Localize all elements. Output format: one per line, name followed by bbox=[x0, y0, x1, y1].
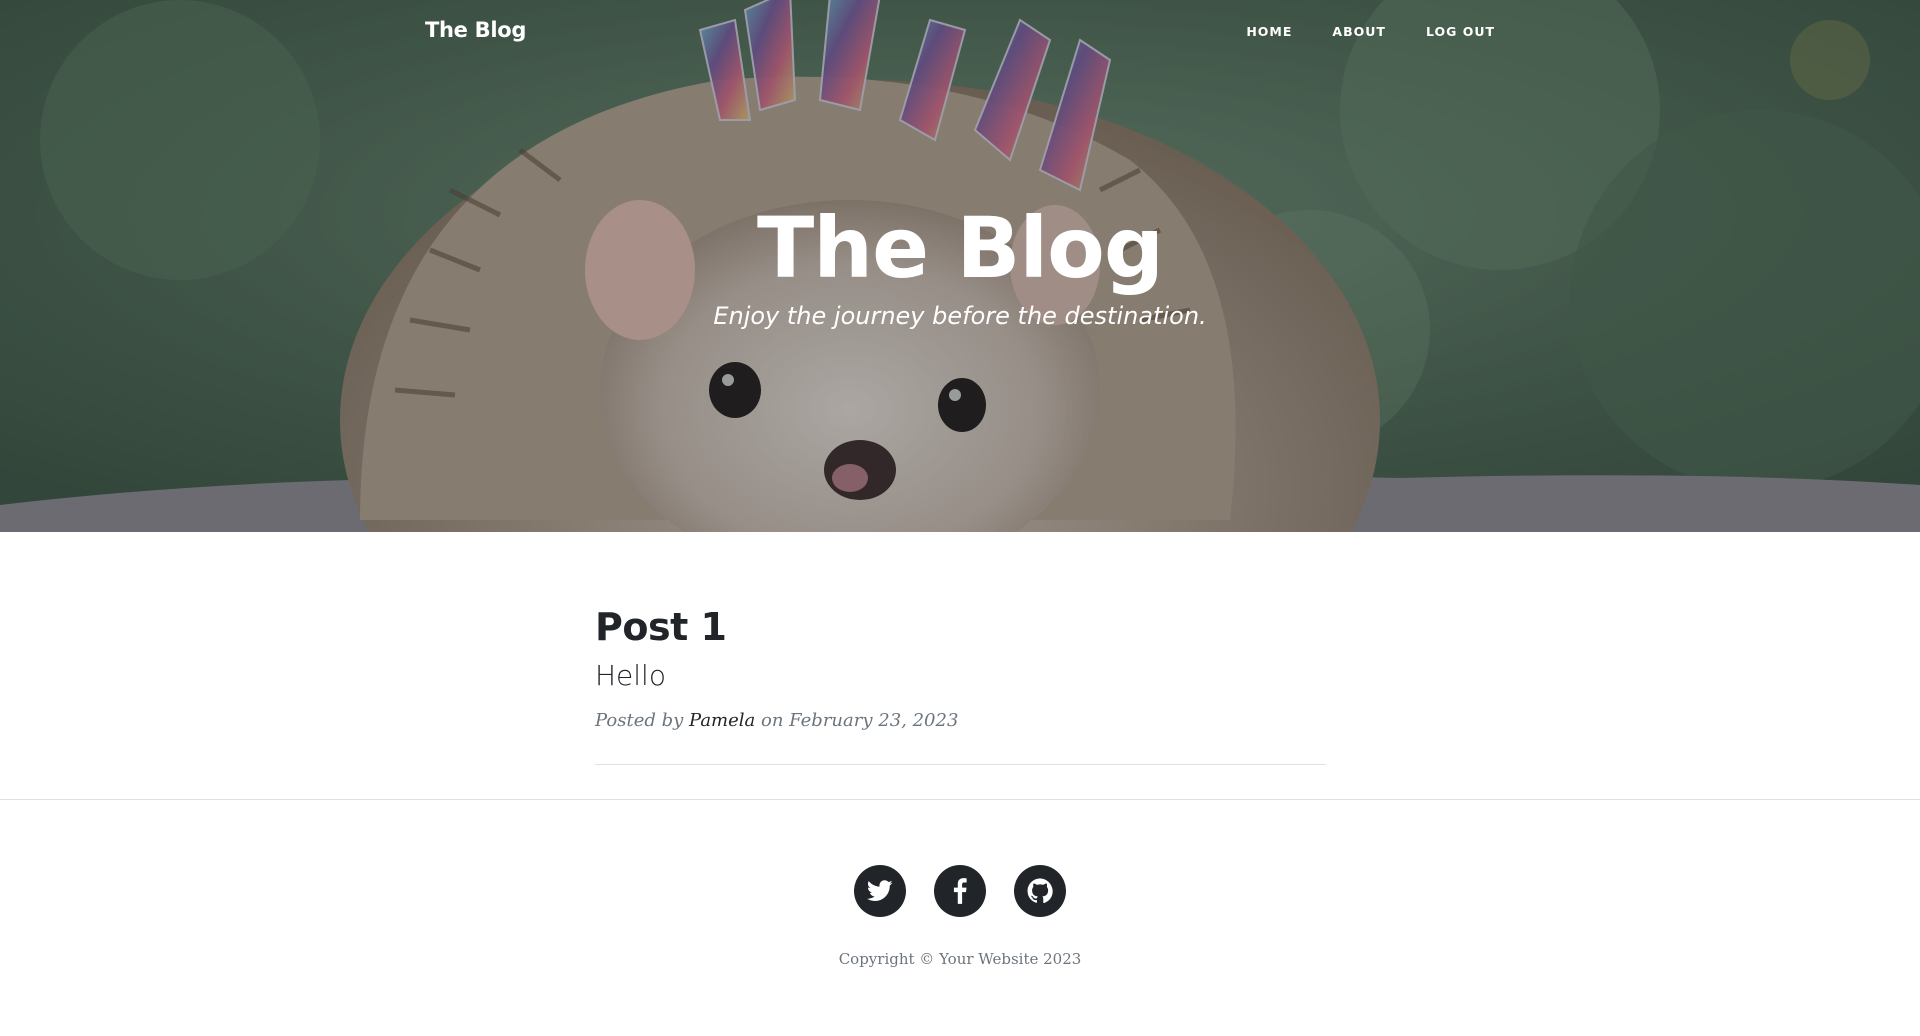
main-content: Post 1 Hello Posted by Pamela on Februar… bbox=[595, 600, 1326, 765]
masthead: The Blog Home About Log Out The Blog Enj… bbox=[0, 0, 1920, 532]
nav-link-home[interactable]: Home bbox=[1246, 24, 1292, 39]
site-title: The Blog bbox=[757, 199, 1164, 297]
post-title[interactable]: Post 1 bbox=[595, 600, 1326, 654]
facebook-link[interactable] bbox=[934, 865, 986, 917]
nav-link-logout[interactable]: Log Out bbox=[1426, 24, 1495, 39]
footer: Copyright © Your Website 2023 bbox=[0, 799, 1920, 1036]
post-preview: Post 1 Hello Posted by Pamela on Februar… bbox=[595, 600, 1326, 765]
copyright-text: Copyright © Your Website 2023 bbox=[838, 950, 1082, 968]
post-meta: Posted by Pamela on February 23, 2023 bbox=[595, 708, 1326, 734]
twitter-icon bbox=[867, 880, 893, 901]
navbar: The Blog Home About Log Out bbox=[0, 0, 1920, 66]
post-link[interactable]: Post 1 Hello bbox=[595, 600, 1326, 696]
site-subtitle: Enjoy the journey before the destination… bbox=[713, 302, 1207, 330]
github-icon bbox=[1027, 878, 1053, 904]
post-author-link[interactable]: Pamela bbox=[689, 710, 755, 731]
nav-link-about[interactable]: About bbox=[1332, 24, 1386, 39]
navbar-brand[interactable]: The Blog bbox=[425, 18, 526, 42]
site-heading: The Blog Enjoy the journey before the de… bbox=[0, 198, 1920, 332]
github-link[interactable] bbox=[1014, 865, 1066, 917]
nav-links: Home About Log Out bbox=[1246, 24, 1495, 39]
post-subtitle[interactable]: Hello bbox=[595, 656, 1326, 696]
post-meta-date: on February 23, 2023 bbox=[761, 710, 959, 731]
post-meta-prefix: Posted by bbox=[595, 710, 684, 731]
social-links bbox=[0, 865, 1920, 917]
twitter-link[interactable] bbox=[854, 865, 906, 917]
facebook-icon bbox=[953, 878, 967, 904]
